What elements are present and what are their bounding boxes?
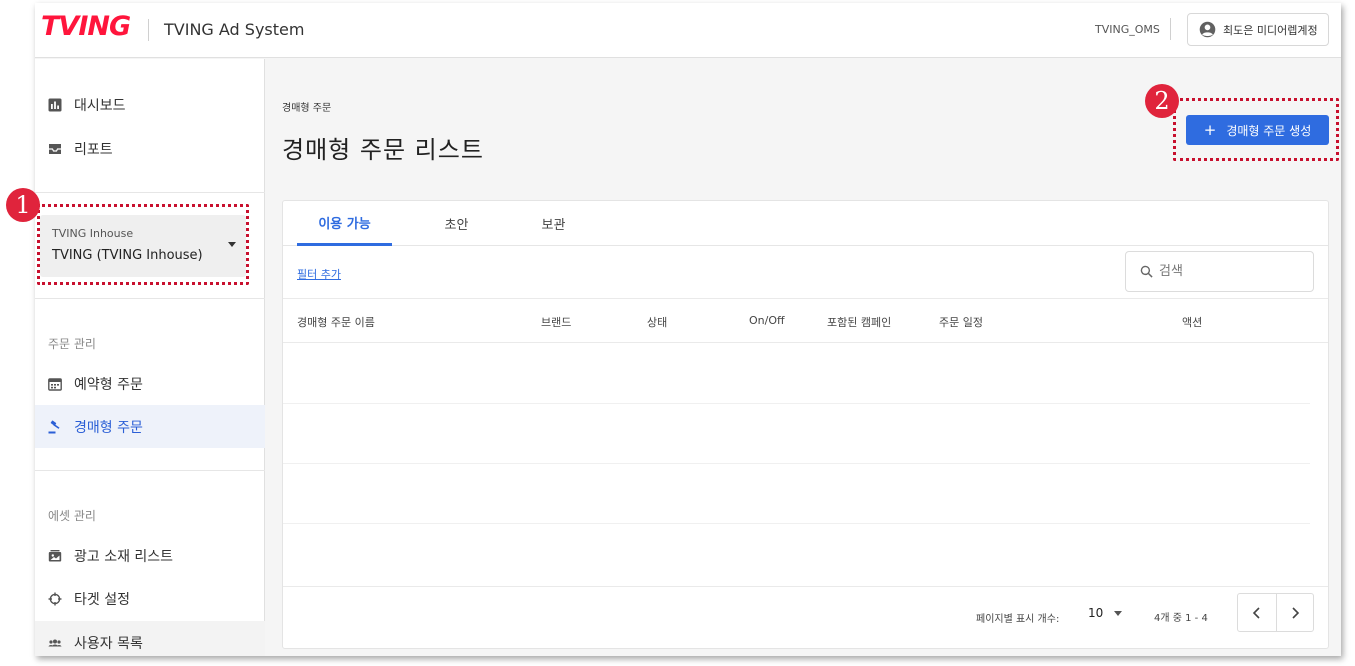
sidebar-item-label: 사용자 목록 [74,635,143,652]
user-name: 최도은 미디어렙계정 [1223,23,1318,37]
annotation-box-1 [37,204,249,285]
tab-archived[interactable]: 보관 [506,201,601,246]
page-range: 4개 중 1 - 4 [1154,613,1208,624]
column-header-status[interactable]: 상태 [647,314,667,330]
chevron-left-icon [1252,606,1260,619]
tab-available[interactable]: 이용 가능 [297,201,392,246]
page-title: 경매형 주문 리스트 [282,136,484,164]
sidebar-item-label: 대시보드 [74,97,126,114]
sidebar-item-auction-order[interactable]: 경매형 주문 [35,405,265,448]
section-label-assets: 에셋 관리 [48,509,96,523]
section-label-orders: 주문 관리 [48,337,96,351]
sidebar-item-label: 리포트 [74,141,113,158]
rows-per-page-select[interactable]: 10 [1088,606,1123,620]
gavel-icon [48,420,60,433]
sidebar-divider [35,298,265,299]
table-header: 경매형 주문 이름 브랜드 상태 On/Off 포함된 캠페인 주문 일정 액션 [283,298,1328,343]
add-filter-link[interactable]: 필터 추가 [297,266,341,282]
table-row [283,463,1310,464]
prev-page-button[interactable] [1238,594,1276,631]
search-box[interactable] [1125,251,1314,292]
crosshair-icon [48,592,62,605]
header-divider [148,19,149,41]
users-icon [48,639,62,646]
breadcrumb: 경매형 주문 [282,103,332,114]
sidebar-item-creative-list[interactable]: 광고 소재 리스트 [35,534,265,577]
sidebar-item-label: 광고 소재 리스트 [74,548,174,565]
sidebar-item-reservation-order[interactable]: 예약형 주문 [35,362,265,405]
next-page-button[interactable] [1275,594,1314,631]
column-header-campaigns[interactable]: 포함된 캠페인 [827,314,891,330]
sidebar-item-label: 경매형 주문 [74,419,143,436]
account-circle-icon [1199,21,1216,38]
top-header: TVING TVING Ad System TVING_OMS 최도은 미디어렙… [35,3,1341,58]
rows-per-page-value: 10 [1088,606,1104,620]
media-icon [48,549,62,561]
sidebar-item-user-list[interactable]: 사용자 목록 [35,621,265,656]
sidebar-item-label: 타겟 설정 [74,591,130,608]
table-row [283,403,1310,404]
column-header-onoff[interactable]: On/Off [749,314,785,327]
search-input[interactable] [1159,264,1309,279]
chevron-right-icon [1292,606,1299,619]
sidebar-item-target-settings[interactable]: 타겟 설정 [35,577,265,620]
bar-chart-icon [48,98,62,111]
sidebar-divider [35,470,265,471]
column-header-schedule[interactable]: 주문 일정 [939,314,983,330]
tab-draft[interactable]: 초안 [409,201,504,246]
inbox-icon [49,143,61,154]
calendar-icon [48,377,62,391]
column-header-actions: 액션 [1182,316,1203,329]
annotation-marker-2: 2 [1145,84,1179,118]
table-row [283,523,1310,524]
order-list-card: 이용 가능 초안 보관 필터 추가 경매형 주문 이름 브랜드 상태 On/Of… [282,200,1329,649]
tab-bar: 이용 가능 초안 보관 [283,201,1328,246]
app-title: TVING Ad System [164,20,305,39]
sidebar-divider [35,192,265,193]
pagination: 페이지별 표시 개수: 10 4개 중 1 - 4 [283,586,1328,649]
search-icon [1140,265,1153,278]
annotation-box-2 [1173,98,1339,161]
sidebar-item-label: 예약형 주문 [74,376,143,393]
account-name: TVING_OMS [1095,23,1160,36]
column-header-brand[interactable]: 브랜드 [541,314,571,330]
account-divider [1170,18,1171,40]
sidebar: 대시보드 리포트 TVING Inhouse TVING (TVING Inho… [35,59,265,656]
sidebar-item-report[interactable]: 리포트 [35,127,265,170]
tving-logo[interactable]: TVING [41,11,131,42]
annotation-marker-1: 1 [6,188,40,222]
user-menu-button[interactable]: 최도은 미디어렙계정 [1187,13,1329,46]
sidebar-item-dashboard[interactable]: 대시보드 [35,83,265,126]
page-nav [1237,593,1314,632]
chevron-down-icon [1114,610,1123,616]
column-header-name[interactable]: 경매형 주문 이름 [297,314,375,330]
rows-per-page-label: 페이지별 표시 개수: [976,614,1060,625]
